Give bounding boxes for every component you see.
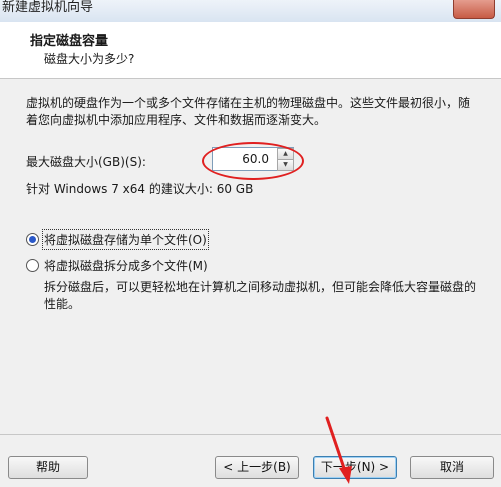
split-description: 拆分磁盘后，可以更轻松地在计算机之间移动虚拟机，但可能会降低大容量磁盘的性能。 [44, 280, 477, 311]
split-files-radio[interactable] [26, 259, 39, 272]
disk-description: 虚拟机的硬盘作为一个或多个文件存储在主机的物理磁盘中。这些文件最初很小，随着您向… [26, 96, 471, 127]
header-subtitle: 磁盘大小为多少? [44, 52, 135, 66]
split-files-option[interactable]: 将虚拟磁盘拆分成多个文件(M) [26, 257, 208, 274]
max-disk-size-label: 最大磁盘大小(GB)(S): [26, 155, 146, 169]
split-files-label[interactable]: 将虚拟磁盘拆分成多个文件(M) [44, 257, 208, 274]
header-title: 指定磁盘容量 [30, 34, 109, 49]
single-file-radio[interactable] [26, 233, 39, 246]
wizard-footer: 帮助 < 上一步(B) 下一步(N) > 取消 [0, 434, 501, 487]
max-disk-size-input[interactable]: 60.0 [215, 148, 269, 170]
help-button[interactable]: 帮助 [8, 456, 88, 479]
single-file-label[interactable]: 将虚拟磁盘存储为单个文件(O) [42, 229, 209, 250]
single-file-option[interactable]: 将虚拟磁盘存储为单个文件(O) [26, 229, 209, 250]
recommended-size-text: 针对 Windows 7 x64 的建议大小: 60 GB [26, 182, 254, 196]
spinner-buttons: ▲ ▼ [277, 148, 294, 171]
cancel-button[interactable]: 取消 [410, 456, 494, 479]
window-title: 新建虚拟机向导 [2, 0, 94, 15]
wizard-header: 指定磁盘容量 磁盘大小为多少? [0, 22, 501, 79]
max-disk-size-spinner[interactable]: 60.0 ▲ ▼ [212, 147, 294, 171]
close-button[interactable] [453, 0, 495, 19]
title-bar: 新建虚拟机向导 [0, 0, 501, 23]
spinner-down-button[interactable]: ▼ [277, 159, 294, 171]
wizard-content: 虚拟机的硬盘作为一个或多个文件存储在主机的物理磁盘中。这些文件最初很小，随着您向… [0, 79, 501, 434]
back-button[interactable]: < 上一步(B) [215, 456, 299, 479]
next-button[interactable]: 下一步(N) > [313, 456, 397, 479]
